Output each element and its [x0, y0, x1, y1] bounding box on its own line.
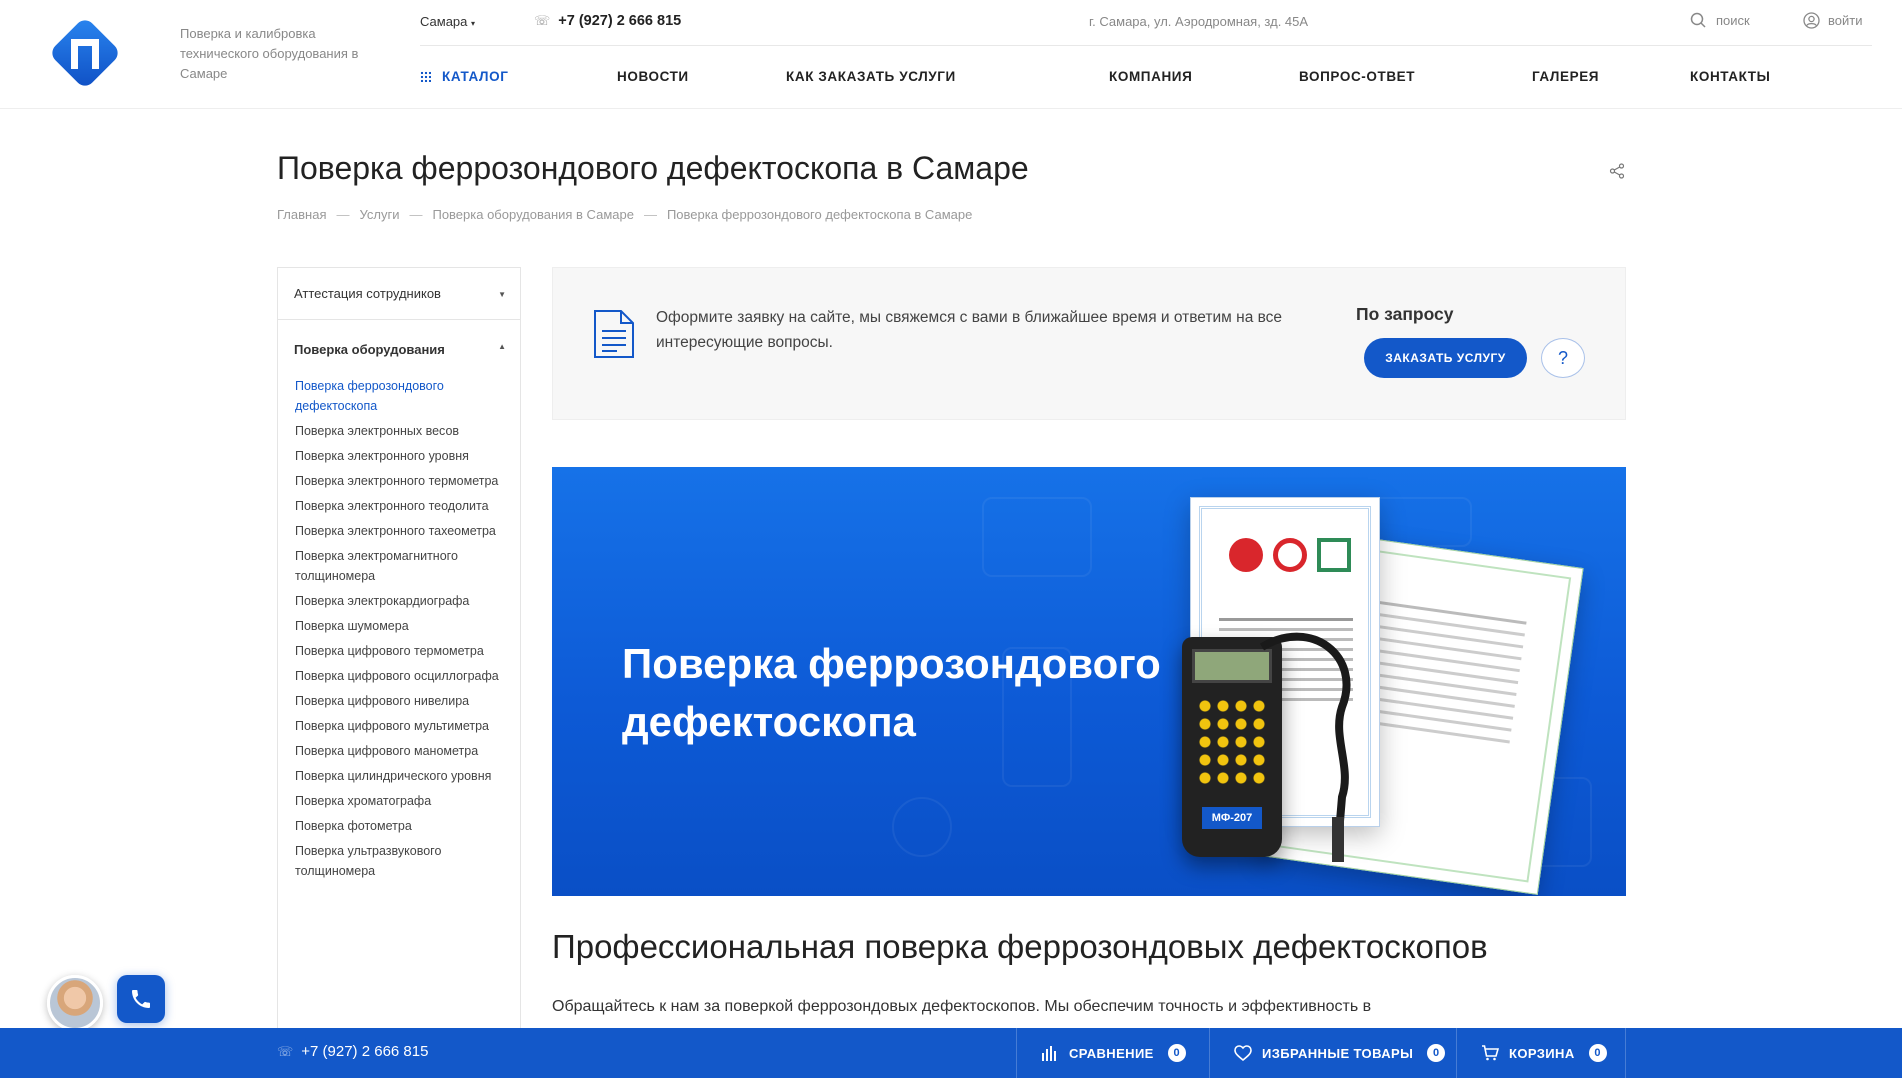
nav-catalog[interactable]: КАТАЛОГ: [420, 69, 508, 84]
consultant-avatar[interactable]: [47, 975, 103, 1031]
help-button[interactable]: ?: [1541, 338, 1585, 378]
nav-gallery[interactable]: ГАЛЕРЕЯ: [1532, 69, 1599, 84]
banner-decoration: [892, 797, 952, 857]
sidebar-section-label: Поверка оборудования: [294, 342, 445, 357]
header-top-row: Самара ▾ ☏ +7 (927) 2 666 815 г. Самара, …: [420, 0, 1872, 46]
login-label: войти: [1828, 13, 1863, 28]
service-banner: Поверка феррозондового дефектоскопа МФ-2…: [552, 467, 1626, 896]
breadcrumb-separator: —: [336, 207, 350, 222]
document-icon: [594, 310, 634, 358]
bar-chart-icon: [1042, 1046, 1056, 1061]
city-selector[interactable]: Самара ▾: [420, 14, 475, 29]
sidebar-section-attestation[interactable]: Аттестация сотрудников ▼: [278, 268, 520, 320]
favorites-button[interactable]: ИЗБРАННЫЕ ТОВАРЫ 0: [1209, 1028, 1456, 1078]
search-icon: [1690, 12, 1706, 28]
compare-button[interactable]: СРАВНЕНИЕ 0: [1016, 1028, 1209, 1078]
sidebar-list: Поверка феррозондового дефектоскопа Пове…: [278, 376, 520, 881]
share-icon[interactable]: [1608, 162, 1626, 180]
sidebar-item[interactable]: Поверка ультразвукового толщиномера: [295, 841, 504, 881]
order-panel: Оформите заявку на сайте, мы свяжемся с …: [552, 267, 1626, 420]
sidebar-item[interactable]: Поверка феррозондового дефектоскопа: [295, 376, 504, 416]
breadcrumb-separator: —: [643, 207, 657, 222]
breadcrumb-services[interactable]: Услуги: [359, 207, 399, 222]
sidebar-item[interactable]: Поверка хроматографа: [295, 791, 504, 811]
order-description: Оформите заявку на сайте, мы свяжемся с …: [656, 309, 1283, 351]
user-icon: [1803, 12, 1820, 29]
banner-title: Поверка феррозондового дефектоскопа: [622, 640, 1161, 745]
search-label: поиск: [1716, 12, 1750, 28]
phone-icon: ☏: [534, 13, 551, 28]
sidebar-item[interactable]: Поверка цифрового нивелира: [295, 691, 504, 711]
heart-icon: [1234, 1045, 1252, 1061]
breadcrumb-home[interactable]: Главная: [277, 207, 326, 222]
chevron-down-icon: ▼: [498, 290, 506, 299]
cart-label: КОРЗИНА: [1509, 1045, 1575, 1061]
sidebar-item[interactable]: Поверка цифрового мультиметра: [295, 716, 504, 736]
cart-count: 0: [1588, 1044, 1607, 1062]
login-button[interactable]: войти: [1803, 12, 1862, 29]
phone-icon: ☏: [277, 1044, 294, 1059]
banner-decoration: [982, 497, 1092, 577]
nav-faq[interactable]: ВОПРОС-ОТВЕТ: [1299, 69, 1415, 84]
chevron-up-icon: ▲: [498, 342, 506, 351]
nav-contacts[interactable]: КОНТАКТЫ: [1690, 69, 1770, 84]
header-phone[interactable]: ☏ +7 (927) 2 666 815: [534, 13, 681, 29]
sidebar-section-label: Аттестация сотрудников: [294, 286, 441, 301]
nav-company[interactable]: КОМПАНИЯ: [1109, 69, 1192, 84]
phone-icon: [132, 990, 150, 1008]
chevron-down-icon: ▾: [471, 19, 476, 28]
sidebar-item[interactable]: Поверка цифрового термометра: [295, 641, 504, 661]
header-address: г. Самара, ул. Аэродромная, зд. 45А: [1089, 14, 1309, 29]
bottom-bar: ☏ +7 (927) 2 666 815 СРАВНЕНИЕ 0 ИЗБРАННЫ…: [0, 1028, 1902, 1078]
sidebar-item[interactable]: Поверка электронного теодолита: [295, 496, 504, 516]
sidebar-section-equipment[interactable]: Поверка оборудования ▲: [278, 320, 520, 376]
site-slogan: Поверка и калибровка технического оборуд…: [180, 26, 359, 81]
header-phone-number: +7 (927) 2 666 815: [558, 13, 682, 29]
nav-news[interactable]: НОВОСТИ: [617, 69, 689, 84]
breadcrumb: Главная — Услуги — Поверка оборудования в Са…: [277, 207, 972, 222]
favorites-label: ИЗБРАННЫЕ ТОВАРЫ: [1262, 1045, 1414, 1061]
city-label: Самара: [420, 14, 468, 29]
sidebar-item[interactable]: Поверка электронного уровня: [295, 446, 504, 466]
breadcrumb-separator: —: [409, 207, 423, 222]
sidebar-item[interactable]: Поверка электронных весов: [295, 421, 504, 441]
nav-catalog-label: КАТАЛОГ: [442, 69, 509, 84]
grid-icon: [420, 71, 431, 82]
content-heading: Профессиональная поверка феррозондовых д…: [552, 928, 1488, 965]
sidebar-menu: Аттестация сотрудников ▼ Поверка оборудов…: [277, 267, 521, 1078]
order-price: По запросу: [1356, 304, 1454, 324]
sidebar-item[interactable]: Поверка фотометра: [295, 816, 504, 836]
breadcrumb-equipment[interactable]: Поверка оборудования в Самаре: [432, 207, 633, 222]
sidebar-item[interactable]: Поверка шумомера: [295, 616, 504, 636]
site-header: Поверка и калибровка технического оборуд…: [0, 0, 1902, 109]
sidebar-item[interactable]: Поверка цифрового манометра: [295, 741, 504, 761]
sidebar-item[interactable]: Поверка электронного термометра: [295, 471, 504, 491]
page-title: Поверка феррозондового дефектоскопа в Са…: [277, 150, 1029, 186]
compare-count: 0: [1167, 1044, 1186, 1062]
sidebar-item[interactable]: Поверка электрокардиографа: [295, 591, 504, 611]
compare-label: СРАВНЕНИЕ: [1069, 1045, 1154, 1061]
search-button[interactable]: поиск: [1690, 12, 1750, 28]
sidebar-item[interactable]: Поверка электронного тахеометра: [295, 521, 504, 541]
bottom-phone-number: +7 (927) 2 666 815: [301, 1043, 429, 1060]
cart-button[interactable]: КОРЗИНА 0: [1456, 1028, 1626, 1078]
callback-button[interactable]: [117, 975, 165, 1023]
sidebar-item[interactable]: Поверка цилиндрического уровня: [295, 766, 504, 786]
logo-icon[interactable]: [47, 15, 123, 91]
favorites-count: 0: [1427, 1044, 1446, 1062]
sidebar-item[interactable]: Поверка цифрового осциллографа: [295, 666, 504, 686]
bottom-phone[interactable]: ☏ +7 (927) 2 666 815: [277, 1043, 428, 1060]
cart-icon: [1482, 1045, 1499, 1061]
nav-how-to-order[interactable]: КАК ЗАКАЗАТЬ УСЛУГИ: [786, 69, 956, 84]
order-service-button[interactable]: ЗАКАЗАТЬ УСЛУГУ: [1364, 338, 1527, 378]
probe-cable-image: [1259, 632, 1351, 862]
main-nav: КАТАЛОГ НОВОСТИ КАК ЗАКАЗАТЬ УСЛУГИ КОМП…: [420, 66, 1872, 88]
sidebar-item[interactable]: Поверка электромагнитного толщиномера: [295, 546, 504, 586]
content-paragraph: Обращайтесь к нам за поверкой феррозондо…: [552, 998, 1372, 1015]
breadcrumb-current: Поверка феррозондового дефектоскопа в Са…: [666, 207, 973, 222]
